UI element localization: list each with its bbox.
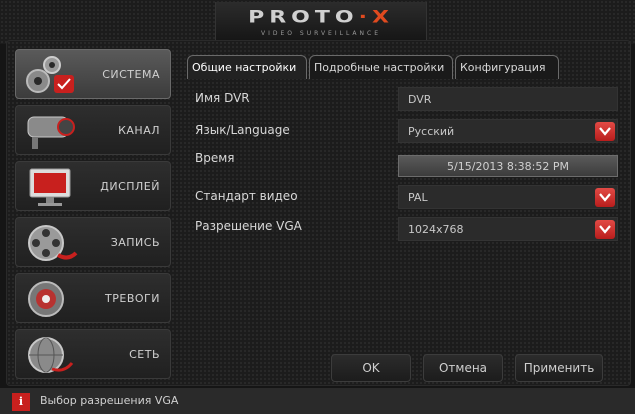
sidebar-item-record[interactable]: ЗАПИСЬ [15, 217, 171, 267]
logo: PROTO·X VIDEO SURVEILLANCE [215, 2, 427, 42]
info-icon: i [12, 393, 30, 411]
sidebar-item-alarms[interactable]: ТРЕВОГИ [15, 273, 171, 323]
sidebar-item-network[interactable]: СЕТЬ [15, 329, 171, 379]
sidebar-item-channel[interactable]: КАНАЛ [15, 105, 171, 155]
logo-subtitle: VIDEO SURVEILLANCE [260, 30, 382, 37]
video-standard-label: Стандарт видео [195, 189, 298, 203]
sidebar-item-system[interactable]: СИСТЕМА [15, 49, 171, 99]
header: PROTO·X VIDEO SURVEILLANCE [0, 0, 635, 44]
row-video-standard: Стандарт видео PAL [195, 185, 625, 209]
time-field[interactable]: 5/15/2013 8:38:52 PM [398, 155, 618, 177]
sidebar-item-label: СИСТЕМА [102, 68, 160, 81]
video-standard-value: PAL [408, 191, 428, 204]
language-value: Русский [408, 125, 455, 138]
sidebar-item-display[interactable]: ДИСПЛЕЙ [15, 161, 171, 211]
tab-advanced[interactable]: Подробные настройки [309, 55, 453, 79]
sidebar-item-label: ЗАПИСЬ [110, 236, 160, 249]
chevron-down-icon[interactable] [595, 220, 615, 239]
dvr-name-field[interactable]: DVR [398, 87, 618, 111]
camera-icon [27, 116, 75, 149]
sidebar-item-label: ДИСПЛЕЙ [100, 180, 160, 193]
status-text: Выбор разрешения VGA [40, 394, 179, 407]
monitor-icon [29, 168, 71, 206]
gears-icon [26, 56, 74, 93]
chevron-down-icon[interactable] [595, 122, 615, 141]
vga-resolution-select[interactable]: 1024x768 [398, 217, 618, 241]
cancel-button[interactable]: Отмена [423, 354, 503, 382]
alarm-siren-icon [28, 281, 64, 317]
row-time: Время 5/15/2013 8:38:52 PM [195, 151, 625, 177]
tab-configuration[interactable]: Конфигурация [455, 55, 559, 79]
video-standard-select[interactable]: PAL [398, 185, 618, 209]
row-dvr-name: Имя DVR DVR [195, 87, 625, 111]
film-reel-icon [28, 225, 78, 261]
dvr-name-label: Имя DVR [195, 91, 250, 105]
globe-network-icon [28, 337, 74, 373]
ok-button[interactable]: OK [331, 354, 411, 382]
content-area: Общие настройки Подробные настройки Конф… [185, 49, 625, 382]
language-label: Язык/Language [195, 123, 290, 137]
sidebar-item-label: СЕТЬ [129, 348, 160, 361]
sidebar-item-label: КАНАЛ [118, 124, 160, 137]
status-bar: i Выбор разрешения VGA [0, 388, 635, 414]
logo-main: PROTO [248, 8, 359, 27]
chevron-down-icon[interactable] [595, 188, 615, 207]
vga-resolution-value: 1024x768 [408, 223, 464, 236]
sidebar: СИСТЕМА КАНАЛ ДИСПЛЕЙ ЗАПИСЬ ТРЕВОГИ СЕТ… [15, 49, 173, 385]
logo-x: X [371, 8, 394, 27]
tab-general[interactable]: Общие настройки [187, 55, 307, 79]
time-label: Время [195, 151, 235, 165]
row-language: Язык/Language Русский [195, 119, 625, 143]
vga-resolution-label: Разрешение VGA [195, 219, 302, 233]
language-select[interactable]: Русский [398, 119, 618, 143]
sidebar-item-label: ТРЕВОГИ [105, 292, 160, 305]
apply-button[interactable]: Применить [515, 354, 603, 382]
row-vga-resolution: Разрешение VGA 1024x768 [195, 215, 625, 241]
logo-dot: · [358, 8, 372, 27]
settings-panel: СИСТЕМА КАНАЛ ДИСПЛЕЙ ЗАПИСЬ ТРЕВОГИ СЕТ… [6, 40, 631, 386]
